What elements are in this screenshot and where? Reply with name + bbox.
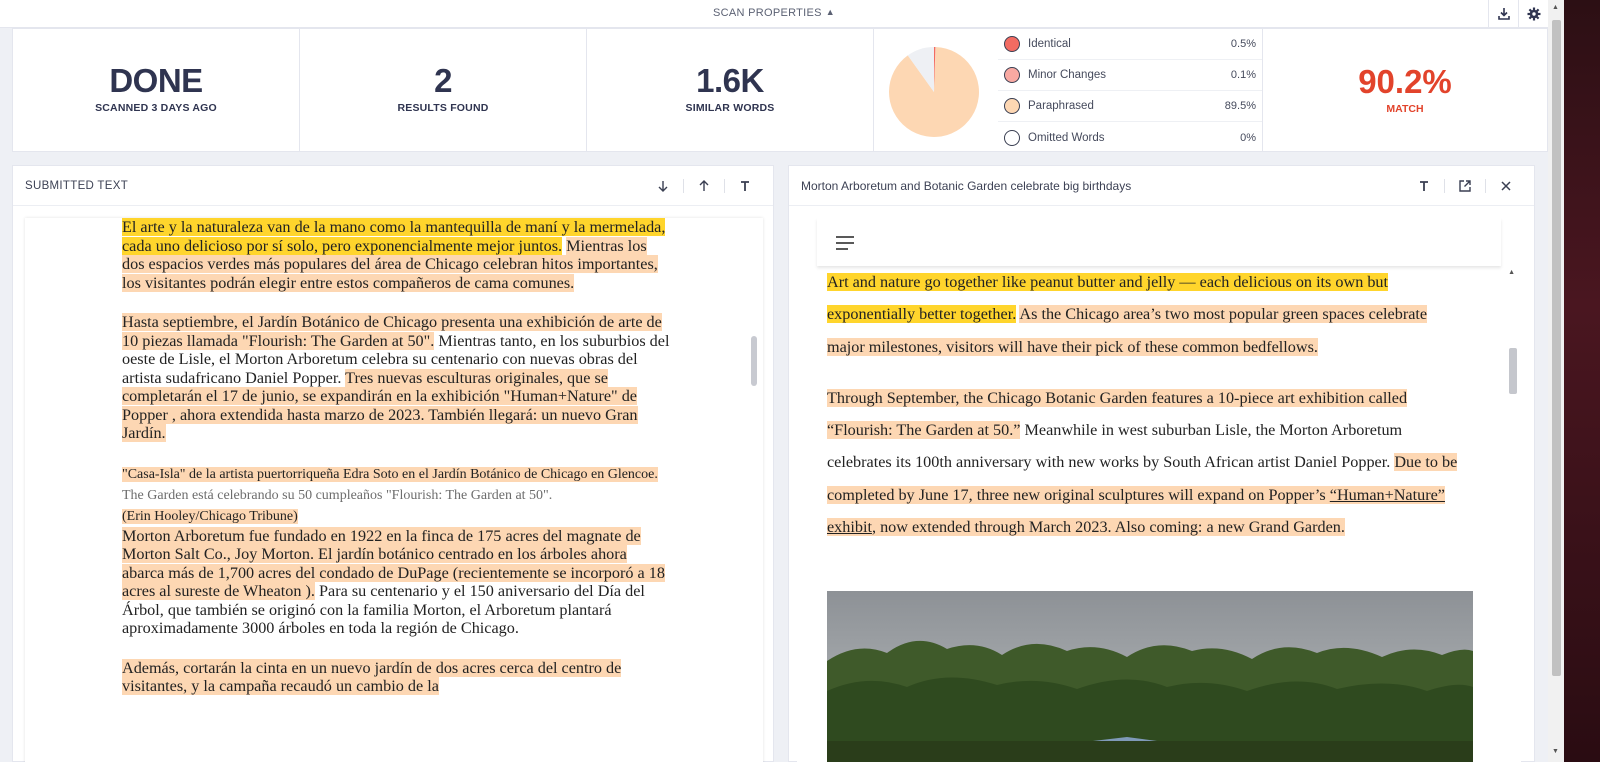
text-format-icon bbox=[741, 181, 749, 191]
legend-row-identical[interactable]: Identical 0.5% bbox=[998, 29, 1262, 60]
omitted-words-filter-icon bbox=[1004, 129, 1020, 146]
legend-row-paraphrased[interactable]: Paraphrased 89.5% bbox=[998, 91, 1262, 122]
scroll-up-icon[interactable]: ▲ bbox=[1552, 4, 1559, 11]
desktop-background bbox=[1564, 0, 1600, 762]
paragraph: Además, cortarán la cinta en un nuevo ja… bbox=[122, 658, 670, 696]
scroll-up-icon[interactable]: ▲ bbox=[1508, 269, 1515, 276]
next-match-button[interactable] bbox=[643, 166, 683, 206]
status-stat: DONE SCANNED 3 DAYS AGO bbox=[13, 29, 300, 151]
source-page-menu-bar bbox=[817, 218, 1501, 266]
gear-icon bbox=[1527, 7, 1540, 21]
paragraph: Through September, the Chicago Botanic G… bbox=[827, 382, 1463, 543]
results-stat: 2 RESULTS FOUND bbox=[300, 29, 587, 151]
match-pie-chart bbox=[874, 29, 998, 151]
document-scrollbar[interactable] bbox=[751, 336, 757, 386]
close-icon bbox=[1501, 181, 1511, 191]
paraphrased-filter-icon bbox=[1004, 98, 1020, 114]
download-icon bbox=[1497, 8, 1510, 20]
panel-title: SUBMITTED TEXT bbox=[25, 179, 129, 192]
scan-stats: DONE SCANNED 3 DAYS AGO 2 RESULTS FOUND … bbox=[12, 28, 1548, 152]
submitted-document-content: El arte y la naturaleza van de la mano c… bbox=[122, 218, 670, 717]
identical-filter-icon bbox=[1004, 36, 1020, 52]
legend-label: Minor Changes bbox=[1028, 69, 1106, 81]
submitted-document: El arte y la naturaleza van de la mano c… bbox=[25, 218, 763, 762]
match-value: 90.2% bbox=[1358, 63, 1452, 100]
status-value: DONE bbox=[109, 62, 203, 99]
match-label: MATCH bbox=[1386, 103, 1424, 115]
legend-value: 89.5% bbox=[1224, 100, 1256, 112]
top-bar: SCAN PROPERTIES ▲ bbox=[0, 0, 1548, 28]
source-document: Art and nature go together like peanut b… bbox=[797, 218, 1521, 762]
paraphrased-highlight[interactable]: (Erin Hooley/Chicago Tribune) bbox=[122, 508, 298, 524]
article-photo-image bbox=[827, 591, 1473, 762]
scan-properties-toggle[interactable]: SCAN PROPERTIES ▲ bbox=[0, 7, 1548, 19]
source-toolbar bbox=[1404, 166, 1526, 206]
legend-label: Omitted Words bbox=[1028, 131, 1105, 144]
scroll-down-icon[interactable]: ▼ bbox=[1552, 748, 1559, 755]
close-source-button[interactable] bbox=[1486, 166, 1526, 206]
chevron-up-icon: ▲ bbox=[825, 7, 836, 17]
window-scroll-thumb[interactable] bbox=[1552, 20, 1561, 676]
paragraph: Morton Arboretum fue fundado en 1922 en … bbox=[122, 526, 670, 638]
image-caption: "Casa-Isla" de la artista puertorriqueña… bbox=[122, 464, 670, 527]
paragraph: Hasta septiembre, el Jardín Botánico de … bbox=[122, 313, 670, 443]
paraphrased-highlight[interactable]: Además, cortarán la cinta en un nuevo ja… bbox=[122, 658, 622, 695]
text-view-button[interactable] bbox=[725, 166, 765, 206]
settings-button[interactable] bbox=[1518, 0, 1548, 28]
open-source-button[interactable] bbox=[1445, 166, 1485, 206]
previous-match-button[interactable] bbox=[684, 166, 724, 206]
scan-properties-label: SCAN PROPERTIES bbox=[712, 7, 822, 19]
paragraph: El arte y la naturaleza van de la mano c… bbox=[122, 218, 670, 292]
legend-row-omitted-words[interactable]: Omitted Words 0% bbox=[998, 122, 1262, 153]
legend-label: Identical bbox=[1028, 38, 1071, 50]
results-value: 2 bbox=[434, 62, 452, 99]
source-panel: Morton Arboretum and Botanic Garden cele… bbox=[788, 165, 1535, 762]
minor-changes-filter-icon bbox=[1004, 67, 1020, 83]
article-photo bbox=[827, 591, 1473, 762]
download-button[interactable] bbox=[1488, 0, 1518, 28]
results-label: RESULTS FOUND bbox=[397, 102, 489, 114]
text-format-icon bbox=[1420, 181, 1428, 191]
pie-chart-svg bbox=[889, 47, 979, 137]
submitted-text-toolbar bbox=[643, 166, 765, 206]
legend-label: Paraphrased bbox=[1028, 100, 1094, 112]
external-link-icon bbox=[1459, 180, 1471, 192]
paragraph: Art and nature go together like peanut b… bbox=[827, 266, 1463, 363]
legend-value: 0.5% bbox=[1230, 38, 1256, 50]
legend-value: 0.1% bbox=[1230, 69, 1256, 81]
words-value: 1.6K bbox=[696, 62, 764, 99]
arrow-up-icon bbox=[699, 180, 709, 191]
source-title: Morton Arboretum and Botanic Garden cele… bbox=[801, 178, 1132, 193]
window-scrollbar[interactable]: ▲ ▼ bbox=[1548, 0, 1564, 762]
hamburger-menu-icon[interactable] bbox=[835, 235, 855, 251]
legend-row-minor-changes[interactable]: Minor Changes 0.1% bbox=[998, 60, 1262, 91]
submitted-text-panel: SUBMITTED TEXT El arte y la naturaleza v… bbox=[12, 165, 774, 762]
match-stat: 90.2% MATCH bbox=[1263, 29, 1547, 151]
plain-text: The Garden está celebrando su 50 cumplea… bbox=[122, 487, 553, 503]
source-header: Morton Arboretum and Botanic Garden cele… bbox=[789, 166, 1534, 206]
submitted-text-header: SUBMITTED TEXT bbox=[13, 166, 773, 206]
status-label: SCANNED 3 DAYS AGO bbox=[95, 102, 217, 114]
text-view-button[interactable] bbox=[1404, 166, 1444, 206]
words-stat: 1.6K SIMILAR WORDS bbox=[587, 29, 874, 151]
legend-value: 0% bbox=[1240, 131, 1256, 144]
match-legend: Identical 0.5% Minor Changes 0.1% Paraph… bbox=[998, 29, 1263, 151]
paraphrased-highlight[interactable]: , now extended through March 2023. Also … bbox=[871, 518, 1345, 537]
source-scrollbar[interactable] bbox=[1509, 348, 1517, 394]
source-document-content: Art and nature go together like peanut b… bbox=[827, 266, 1463, 562]
arrow-down-icon bbox=[658, 181, 668, 192]
words-label: SIMILAR WORDS bbox=[685, 102, 775, 114]
paraphrased-highlight[interactable]: "Casa-Isla" de la artista puertorriqueña… bbox=[122, 466, 658, 482]
